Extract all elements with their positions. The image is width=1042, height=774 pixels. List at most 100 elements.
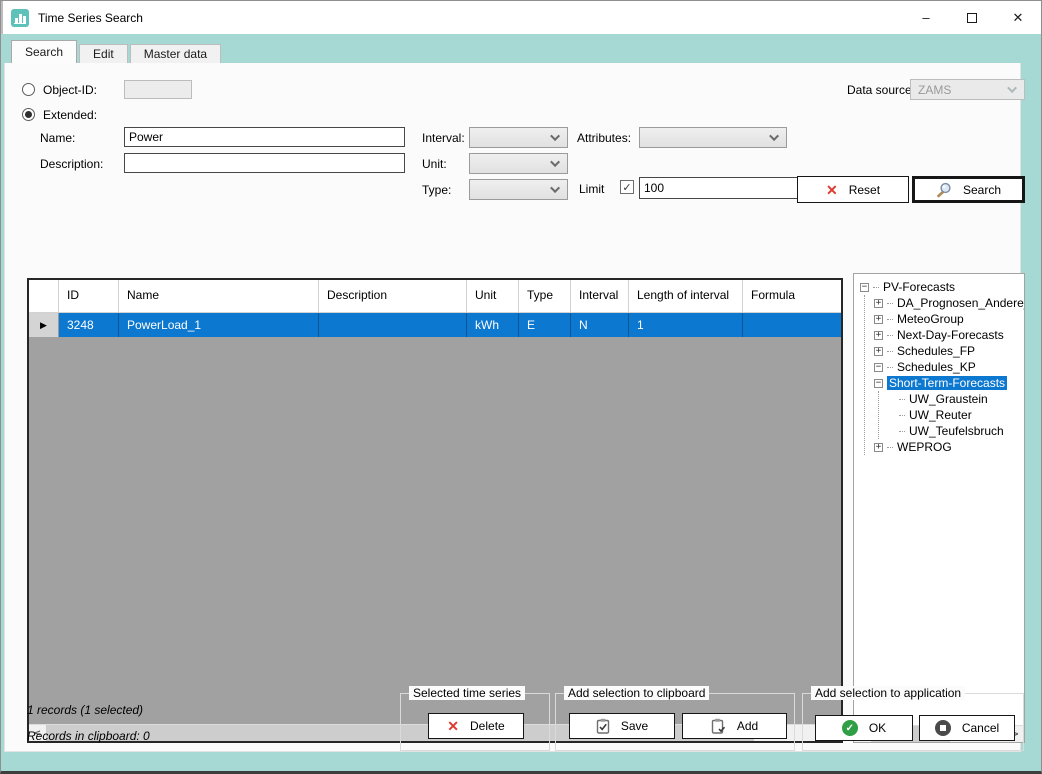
clipboard-group: Add selection to clipboard Save Add	[555, 693, 795, 751]
tab-edit[interactable]: Edit	[79, 44, 128, 63]
tab-strip: Search Edit Master data	[11, 40, 223, 63]
col-name[interactable]: Name	[119, 280, 319, 312]
tree-item[interactable]: + Schedules_FP	[874, 343, 1024, 359]
cell-formula[interactable]	[743, 313, 841, 337]
tree-item[interactable]: UW_Graustein	[899, 391, 1024, 407]
selected-time-series-label: Selected time series	[409, 686, 525, 700]
search-button[interactable]: Search	[912, 176, 1025, 203]
col-type[interactable]: Type	[519, 280, 571, 312]
attributes-label: Attributes:	[577, 131, 631, 145]
reset-x-icon: ✕	[826, 183, 838, 197]
tree-item[interactable]: UW_Reuter	[899, 407, 1024, 423]
name-input[interactable]	[124, 127, 405, 147]
delete-button[interactable]: ✕ Delete	[428, 713, 524, 739]
tree-item-selected[interactable]: − Short-Term-Forecasts	[874, 375, 1024, 391]
cell-type[interactable]: E	[519, 313, 571, 337]
description-label: Description:	[40, 157, 103, 171]
data-source-combo[interactable]: ZAMS	[910, 79, 1025, 100]
title-bar: Time Series Search – ✕	[1, 1, 1041, 34]
data-source-value: ZAMS	[918, 83, 951, 97]
selected-time-series-group: Selected time series ✕ Delete	[400, 693, 550, 751]
interval-label: Interval:	[422, 131, 465, 145]
col-id[interactable]: ID	[59, 280, 119, 312]
limit-label: Limit	[579, 182, 604, 196]
col-length-of-interval[interactable]: Length of interval	[629, 280, 743, 312]
tree-item[interactable]: + MeteoGroup	[874, 311, 1024, 327]
tab-search[interactable]: Search	[11, 40, 77, 63]
chevron-down-icon	[550, 183, 560, 193]
tree-collapse-icon[interactable]: −	[860, 283, 869, 292]
object-id-input[interactable]	[124, 80, 192, 99]
type-combo[interactable]	[469, 179, 568, 200]
tree-item[interactable]: + DA_Prognosen_Andere_	[874, 295, 1024, 311]
add-clipboard-icon	[711, 718, 726, 734]
minimize-button[interactable]: –	[903, 1, 949, 34]
cell-id[interactable]: 3248	[59, 313, 119, 337]
maximize-icon	[967, 13, 977, 23]
description-input[interactable]	[124, 153, 405, 173]
save-clipboard-icon	[596, 718, 610, 734]
col-unit[interactable]: Unit	[467, 280, 519, 312]
app-chart-icon	[11, 9, 29, 27]
col-description[interactable]: Description	[319, 280, 467, 312]
unit-label: Unit:	[422, 157, 447, 171]
cell-name[interactable]: PowerLoad_1	[119, 313, 319, 337]
ok-check-icon: ✓	[842, 720, 858, 736]
cell-interval[interactable]: N	[571, 313, 629, 337]
table-header-row: ID Name Description Unit Type Interval L…	[29, 280, 841, 313]
tree-collapse-icon[interactable]: −	[874, 379, 883, 388]
extended-radio[interactable]	[22, 108, 35, 121]
current-row-pointer-icon: ▶	[29, 313, 59, 337]
reset-button[interactable]: ✕ Reset	[797, 176, 909, 203]
col-interval[interactable]: Interval	[571, 280, 629, 312]
col-formula[interactable]: Formula	[743, 280, 841, 312]
clipboard-summary: Records in clipboard: 0	[27, 729, 150, 743]
limit-checkbox[interactable]: ✓	[620, 180, 634, 194]
chevron-down-icon	[550, 131, 560, 141]
object-id-radio[interactable]	[22, 83, 35, 96]
maximize-button[interactable]	[949, 1, 995, 34]
delete-x-icon: ✕	[447, 719, 459, 733]
tree-expand-icon[interactable]: +	[874, 299, 883, 308]
table-row[interactable]: ▶ 3248 PowerLoad_1 kWh E N 1	[29, 313, 841, 337]
chevron-down-icon	[769, 131, 779, 141]
add-button[interactable]: Add	[682, 713, 787, 739]
tree-expand-icon[interactable]: +	[874, 347, 883, 356]
object-id-label: Object-ID:	[43, 83, 97, 97]
interval-combo[interactable]	[469, 127, 568, 148]
search-icon	[936, 182, 952, 198]
type-label: Type:	[422, 183, 451, 197]
save-button[interactable]: Save	[569, 713, 675, 739]
cell-length-of-interval[interactable]: 1	[629, 313, 743, 337]
tree-expand-icon[interactable]: +	[874, 443, 883, 452]
attributes-combo[interactable]	[639, 127, 787, 148]
application-group: Add selection to application ✓ OK Cancel	[802, 693, 1024, 751]
tree-expand-icon[interactable]: −	[874, 363, 883, 372]
tree-item[interactable]: + Next-Day-Forecasts	[874, 327, 1024, 343]
clipboard-group-label: Add selection to clipboard	[564, 686, 709, 700]
cell-unit[interactable]: kWh	[467, 313, 519, 337]
cancel-stop-icon	[935, 720, 951, 736]
row-header-column	[29, 280, 59, 312]
ok-button[interactable]: ✓ OK	[815, 715, 913, 741]
tree-item[interactable]: + WEPROG	[874, 439, 1024, 455]
limit-spinner[interactable]: ▲ ▼	[639, 177, 797, 199]
tree-expand-icon[interactable]: +	[874, 331, 883, 340]
cell-description[interactable]	[319, 313, 467, 337]
close-button[interactable]: ✕	[995, 1, 1041, 34]
tree-item[interactable]: − Schedules_KP	[874, 359, 1024, 375]
tree-expand-icon[interactable]: +	[874, 315, 883, 324]
records-summary: 1 records (1 selected)	[27, 703, 143, 717]
time-series-search-window: Time Series Search – ✕ Search Edit Maste…	[0, 0, 1042, 774]
chevron-down-icon	[550, 157, 560, 167]
forecast-tree-panel: − PV-Forecasts + DA_Prognosen_Andere_ + …	[853, 273, 1025, 743]
tree-item[interactable]: − PV-Forecasts	[860, 279, 1024, 295]
extended-label: Extended:	[43, 108, 97, 122]
cancel-button[interactable]: Cancel	[919, 715, 1015, 741]
application-group-label: Add selection to application	[811, 686, 965, 700]
limit-input[interactable]	[640, 178, 803, 198]
name-label: Name:	[40, 131, 75, 145]
unit-combo[interactable]	[469, 153, 568, 174]
tab-master-data[interactable]: Master data	[130, 44, 221, 63]
tree-item[interactable]: UW_Teufelsbruch	[899, 423, 1024, 439]
